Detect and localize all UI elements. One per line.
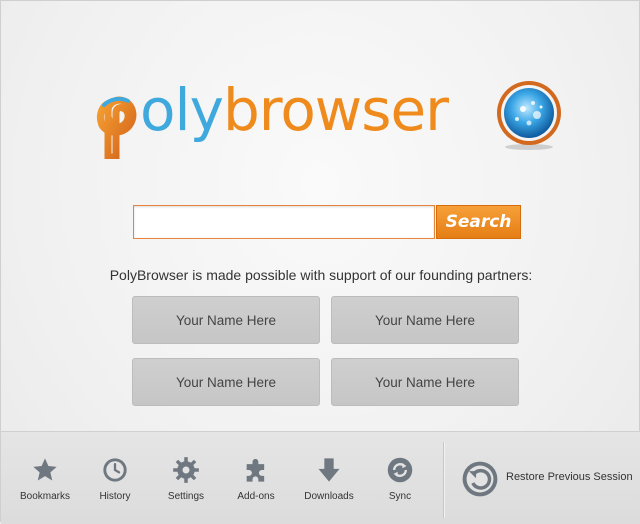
search-bar: Search	[133, 205, 521, 241]
search-button[interactable]: Search	[436, 205, 521, 239]
partner-tile[interactable]: Your Name Here	[132, 358, 320, 406]
gear-icon	[173, 457, 199, 483]
puzzle-icon	[246, 458, 265, 482]
addons-label: Add-ons	[237, 491, 275, 502]
star-icon	[33, 458, 57, 481]
toolbar-divider	[443, 442, 444, 518]
bottom-toolbar: Bookmarks History Settings Add-ons Downl…	[1, 431, 640, 524]
clock-icon	[103, 458, 127, 482]
logo-globe-icon	[497, 81, 561, 150]
settings-label: Settings	[167, 491, 205, 502]
history-label: History	[99, 491, 131, 502]
logo-text-oly: oly	[140, 76, 224, 144]
downloads-label: Downloads	[304, 491, 354, 502]
partner-tile[interactable]: Your Name Here	[331, 296, 519, 344]
bookmarks-button[interactable]: Bookmarks	[14, 456, 76, 502]
logo-text-browser: browser	[222, 76, 449, 144]
partner-tile[interactable]: Your Name Here	[132, 296, 320, 344]
downloads-button[interactable]: Downloads	[298, 456, 360, 502]
search-input[interactable]	[133, 205, 435, 239]
restore-icon	[462, 461, 498, 497]
sync-button[interactable]: Sync	[369, 456, 431, 502]
polybrowser-logo: olybrowser	[96, 69, 576, 164]
partners-intro-text: PolyBrowser is made possible with suppor…	[109, 267, 533, 283]
download-arrow-icon	[318, 458, 340, 482]
addons-button[interactable]: Add-ons	[225, 456, 287, 502]
partner-tile[interactable]: Your Name Here	[331, 358, 519, 406]
logo-swirl-p-icon	[96, 96, 137, 159]
bookmarks-label: Bookmarks	[19, 491, 70, 502]
restore-session-label: Restore Previous Session	[506, 471, 633, 483]
logo-wordmark: olybrowser	[96, 75, 449, 145]
settings-button[interactable]: Settings	[155, 456, 217, 502]
sync-label: Sync	[388, 491, 412, 502]
history-button[interactable]: History	[84, 456, 146, 502]
sync-icon	[387, 457, 413, 483]
